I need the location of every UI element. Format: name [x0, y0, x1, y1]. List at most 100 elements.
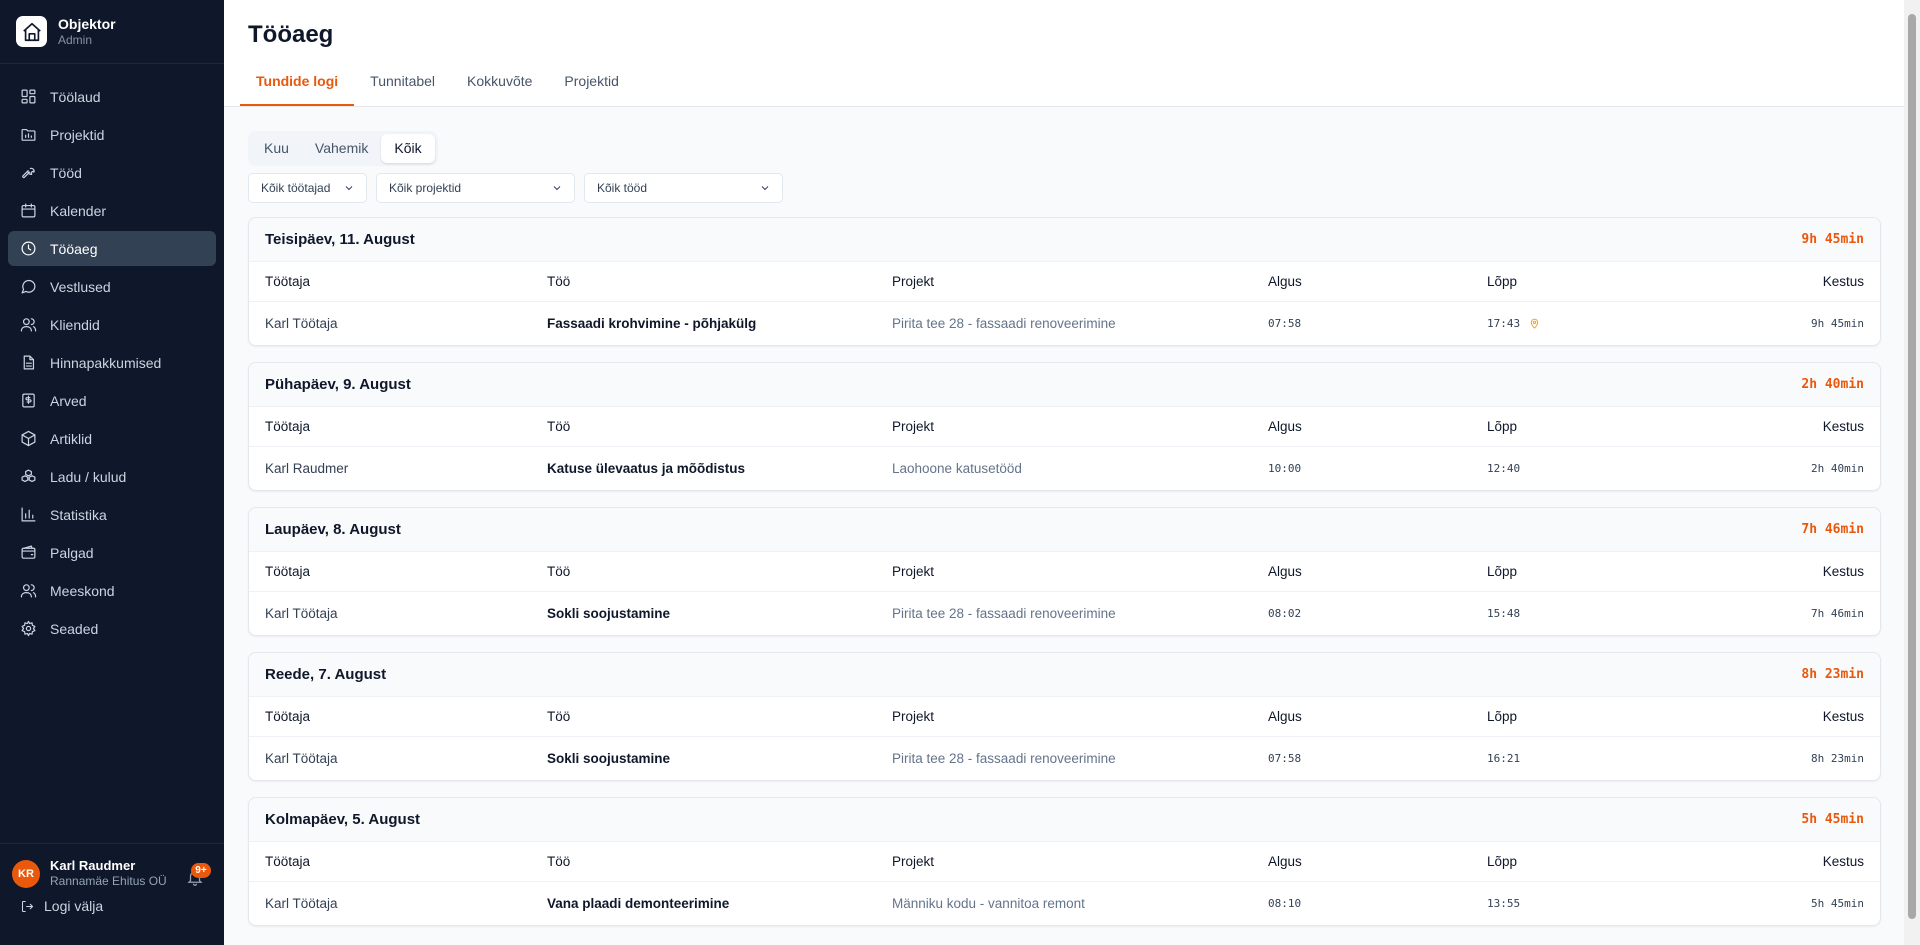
sidebar-item-meeskond[interactable]: Meeskond	[8, 573, 216, 608]
projects-select-value: Kõik projektid	[389, 181, 462, 195]
avatar: KR	[12, 859, 40, 888]
col-end: Lõpp	[1487, 419, 1518, 434]
period-month-button[interactable]: Kuu	[251, 134, 302, 163]
wallet-icon	[20, 544, 37, 561]
folder-icon	[20, 126, 37, 143]
projects-select[interactable]: Kõik projektid	[376, 173, 575, 203]
sidebar-item-label: Tööd	[50, 164, 82, 181]
col-job: Töö	[547, 564, 571, 579]
table-header: Töötaja Töö Projekt Algus Lõpp Kestus	[249, 407, 1880, 447]
table-row[interactable]: Karl Töötaja Sokli soojustamine Pirita t…	[249, 592, 1880, 635]
entry-start: 08:10	[1268, 897, 1302, 910]
col-start: Algus	[1268, 564, 1302, 579]
sidebar-item-vestlused[interactable]: Vestlused	[8, 269, 216, 304]
day-total: 2h 40min	[1801, 377, 1864, 392]
col-job: Töö	[547, 854, 571, 869]
col-start: Algus	[1268, 854, 1302, 869]
workers-select[interactable]: Kõik töötajad	[248, 173, 367, 203]
day-title: Pühapäev, 9. August	[265, 376, 411, 393]
brand[interactable]: Objektor Admin	[0, 0, 224, 64]
brand-name: Objektor	[58, 15, 116, 32]
sidebar-item-seaded[interactable]: Seaded	[8, 611, 216, 646]
jobs-select[interactable]: Kõik tööd	[584, 173, 783, 203]
sidebar-nav: Töölaud Projektid Tööd Kalender Tööaeg V…	[0, 64, 224, 646]
col-start: Algus	[1268, 709, 1302, 724]
sidebar-item-label: Hinnapakkumised	[50, 354, 162, 371]
sidebar-item-statistika[interactable]: Statistika	[8, 497, 216, 532]
tab-tundide-logi[interactable]: Tundide logi	[240, 73, 355, 106]
sidebar-item-hinnapakkumised[interactable]: Hinnapakkumised	[8, 345, 216, 380]
logout-button[interactable]: Logi välja	[0, 889, 224, 914]
tab-tunnitabel[interactable]: Tunnitabel	[354, 73, 451, 106]
sidebar-item-kliendid[interactable]: Kliendid	[8, 307, 216, 342]
col-project: Projekt	[892, 564, 935, 579]
table-header: Töötaja Töö Projekt Algus Lõpp Kestus	[249, 842, 1880, 882]
day-header: Reede, 7. August 8h 23min	[249, 653, 1880, 697]
tab-projektid[interactable]: Projektid	[548, 73, 634, 106]
sidebar-item-toolaud[interactable]: Töölaud	[8, 79, 216, 114]
sidebar-item-label: Artiklid	[50, 430, 93, 447]
day-list: Teisipäev, 11. August 9h 45min Töötaja T…	[248, 217, 1881, 926]
scrollbar-thumb[interactable]	[1908, 14, 1916, 919]
sidebar-item-tood[interactable]: Tööd	[8, 155, 216, 190]
col-duration: Kestus	[1822, 564, 1864, 579]
sidebar-item-projektid[interactable]: Projektid	[8, 117, 216, 152]
users-icon	[20, 316, 37, 333]
sidebar-item-label: Meeskond	[50, 582, 115, 599]
entry-project: Männiku kodu - vannitoa remont	[892, 896, 1085, 911]
day-title: Teisipäev, 11. August	[265, 231, 415, 248]
logout-label: Logi välja	[44, 898, 104, 914]
sidebar-item-tooaeg[interactable]: Tööaeg	[8, 231, 216, 266]
period-range-button[interactable]: Vahemik	[302, 134, 381, 163]
map-pin-icon[interactable]	[1529, 318, 1540, 329]
entry-duration: 5h 45min	[1811, 897, 1864, 910]
col-job: Töö	[547, 274, 571, 289]
sidebar-item-label: Töölaud	[50, 88, 101, 105]
user-company: Rannamäe Ehitus OÜ	[50, 874, 167, 888]
entry-end: 13:55	[1487, 897, 1521, 910]
period-all-button[interactable]: Kõik	[381, 134, 435, 163]
day-group: Teisipäev, 11. August 9h 45min Töötaja T…	[248, 217, 1881, 346]
col-end: Lõpp	[1487, 274, 1518, 289]
entry-job: Sokli soojustamine	[547, 606, 671, 621]
chevron-down-icon	[761, 186, 769, 191]
filter-bar: Kõik töötajad Kõik projektid Kõik tööd	[248, 173, 1880, 203]
col-job: Töö	[547, 419, 571, 434]
col-project: Projekt	[892, 274, 935, 289]
table-row[interactable]: Karl Töötaja Vana plaadi demonteerimine …	[249, 882, 1880, 925]
logout-icon	[21, 900, 34, 912]
user-name: Karl Raudmer	[50, 858, 136, 873]
sidebar-item-label: Seaded	[50, 620, 99, 637]
tab-kokkuvote[interactable]: Kokkuvõte	[451, 73, 548, 106]
period-selector: Kuu Vahemik Kõik	[248, 131, 438, 166]
page-scrollbar[interactable]	[1904, 0, 1920, 945]
table-row[interactable]: Karl Töötaja Fassaadi krohvimine - põhja…	[249, 302, 1880, 345]
entry-job: Katuse ülevaatus ja mõõdistus	[547, 461, 746, 476]
tab-bar: Tundide logi Tunnitabel Kokkuvõte Projek…	[240, 73, 1904, 106]
sidebar-item-arved[interactable]: Arved	[8, 383, 216, 418]
chat-icon	[20, 278, 37, 295]
col-project: Projekt	[892, 854, 935, 869]
day-total: 7h 46min	[1801, 522, 1864, 537]
table-header: Töötaja Töö Projekt Algus Lõpp Kestus	[249, 697, 1880, 737]
day-header: Kolmapäev, 5. August 5h 45min	[249, 798, 1880, 842]
entry-project: Pirita tee 28 - fassaadi renoveerimine	[892, 316, 1116, 331]
entry-end: 15:48	[1487, 607, 1521, 620]
col-duration: Kestus	[1822, 709, 1864, 724]
table-row[interactable]: Karl Raudmer Katuse ülevaatus ja mõõdist…	[249, 447, 1880, 490]
day-total: 8h 23min	[1801, 667, 1864, 682]
entry-project: Laohoone katusetööd	[892, 461, 1022, 476]
calendar-icon	[20, 202, 37, 219]
sidebar-item-palgad[interactable]: Palgad	[8, 535, 216, 570]
page-header: Tööaeg Tundide logi Tunnitabel Kokkuvõte…	[224, 0, 1904, 107]
sidebar-item-artiklid[interactable]: Artiklid	[8, 421, 216, 456]
table-header: Töötaja Töö Projekt Algus Lõpp Kestus	[249, 262, 1880, 302]
col-employee: Töötaja	[265, 274, 311, 289]
entry-end: 17:43	[1487, 317, 1521, 330]
sidebar-item-kalender[interactable]: Kalender	[8, 193, 216, 228]
sidebar-item-label: Statistika	[50, 506, 107, 523]
table-row[interactable]: Karl Töötaja Sokli soojustamine Pirita t…	[249, 737, 1880, 780]
sidebar-item-ladu-kulud[interactable]: Ladu / kulud	[8, 459, 216, 494]
sidebar-footer: KR Karl Raudmer Rannamäe Ehitus OÜ 9+ Lo…	[0, 843, 224, 945]
sidebar-item-label: Kliendid	[50, 316, 100, 333]
